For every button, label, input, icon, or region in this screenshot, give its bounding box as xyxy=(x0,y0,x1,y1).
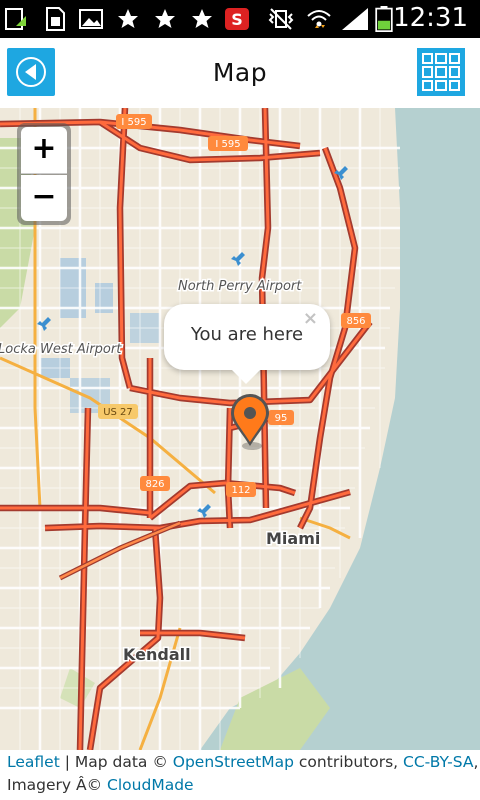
route-shield-label: 112 xyxy=(231,485,250,496)
cloudmade-link[interactable]: CloudMade xyxy=(107,776,194,794)
star-icon xyxy=(192,9,212,28)
battery-icon xyxy=(375,6,393,32)
zoom-in-button[interactable]: + xyxy=(21,127,67,174)
attribution-text: contributors, xyxy=(293,753,404,771)
route-shield-label: 826 xyxy=(145,479,164,490)
gallery-icon xyxy=(79,9,103,29)
signal-icon xyxy=(342,8,368,30)
map-view[interactable]: I 595 I 595 856 95 US 27 826 112 North P… xyxy=(0,108,480,750)
place-label: Miami xyxy=(266,529,320,548)
grid-menu-button[interactable] xyxy=(417,48,465,96)
route-shield-label: US 27 xyxy=(103,407,133,418)
attribution-text: | Map data © xyxy=(59,753,173,771)
sim-card-icon xyxy=(46,7,65,31)
leaflet-link[interactable]: Leaflet xyxy=(7,753,60,771)
page-title: Map xyxy=(212,58,268,87)
map-attribution: Leaflet | Map data © OpenStreetMap contr… xyxy=(0,750,480,800)
route-shield-label: 95 xyxy=(275,413,288,424)
attribution-text: Imagery Â© xyxy=(7,776,108,794)
clock: 12:31 xyxy=(393,3,468,33)
screenshot-icon xyxy=(5,8,26,30)
zoom-out-button[interactable]: − xyxy=(21,175,67,221)
location-popup: You are here × xyxy=(164,304,330,384)
wifi-icon xyxy=(307,10,331,28)
place-label: North Perry Airport xyxy=(178,279,302,294)
s-app-icon: S xyxy=(225,8,249,30)
app-bar: Map xyxy=(0,38,480,109)
popup-close-button[interactable]: × xyxy=(303,308,318,329)
star-icon xyxy=(155,9,175,28)
mute-vibrate-icon xyxy=(268,8,294,30)
attribution-text: , xyxy=(473,753,479,771)
place-label: Locka West Airport xyxy=(0,342,122,357)
openstreetmap-link[interactable]: OpenStreetMap xyxy=(173,753,294,771)
star-icon xyxy=(118,9,138,28)
place-label: Kendall xyxy=(123,645,191,664)
zoom-control: + − xyxy=(17,123,71,225)
license-link[interactable]: CC-BY-SA xyxy=(403,753,473,771)
popup-tip xyxy=(230,368,262,384)
status-bar: S 12:31 xyxy=(0,0,480,38)
route-shield-label: 856 xyxy=(346,316,365,327)
map-tiles[interactable]: I 595 I 595 856 95 US 27 826 112 North P… xyxy=(0,108,480,750)
route-shield-label: I 595 xyxy=(121,117,146,128)
svg-text:S: S xyxy=(231,10,243,29)
route-shield-label: I 595 xyxy=(215,139,240,150)
grid-menu-icon xyxy=(422,53,460,91)
